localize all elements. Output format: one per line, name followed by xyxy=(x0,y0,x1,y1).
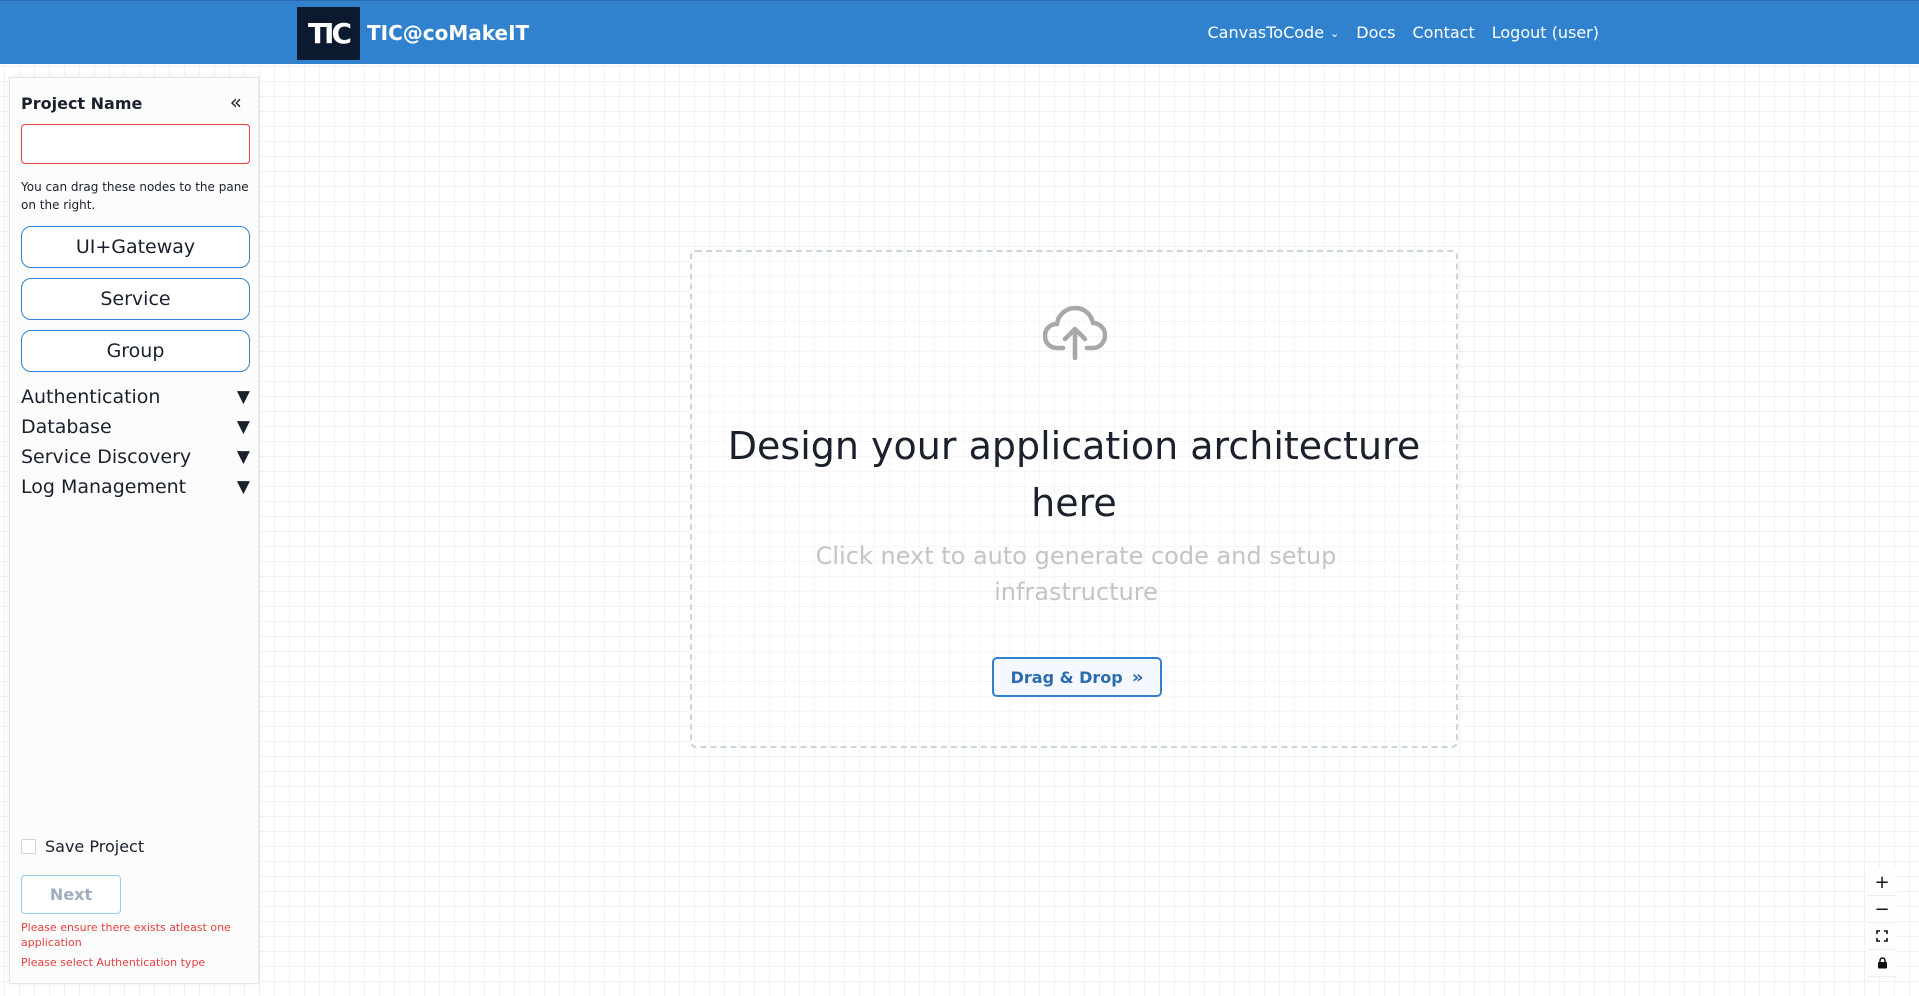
brand-name[interactable]: TIC@coMakeIT xyxy=(367,21,529,45)
nav-canvas-to-code-label: CanvasToCode xyxy=(1207,23,1325,42)
nav-canvas-to-code-dropdown[interactable]: CanvasToCode ⌄ xyxy=(1208,23,1340,42)
double-chevron-right-icon: » xyxy=(1131,666,1144,688)
chevron-down-icon: ⌄ xyxy=(1330,27,1340,40)
triangle-down-icon: ▼ xyxy=(236,417,250,437)
node-service[interactable]: Service xyxy=(21,278,250,320)
top-navbar: TIC TIC@coMakeIT CanvasToCode ⌄ Docs Con… xyxy=(0,0,1919,64)
canvas-controls: + − xyxy=(1867,869,1897,977)
cloud-upload-icon xyxy=(1043,305,1107,360)
node-ui-gateway[interactable]: UI+Gateway xyxy=(21,226,250,268)
section-authentication-label: Authentication xyxy=(21,386,161,408)
node-group[interactable]: Group xyxy=(21,330,250,372)
drag-drop-button[interactable]: Drag & Drop » xyxy=(992,657,1162,697)
nav-logout-link[interactable]: Logout (user) xyxy=(1492,23,1599,42)
error-no-application: Please ensure there exists atleast one a… xyxy=(21,921,231,949)
node-sidebar: Project Name « You can drag these nodes … xyxy=(9,77,259,984)
zoom-out-button[interactable]: − xyxy=(1867,896,1897,923)
triangle-down-icon: ▼ xyxy=(236,447,250,467)
drag-hint-text: You can drag these nodes to the pane on … xyxy=(21,180,249,212)
lock-icon xyxy=(1877,957,1887,969)
error-no-authentication: Please select Authentication type xyxy=(21,956,206,969)
brand-logo[interactable]: TIC xyxy=(297,7,360,60)
save-project-label[interactable]: Save Project xyxy=(45,837,144,856)
section-database[interactable]: Database ▼ xyxy=(21,413,250,441)
save-project-checkbox[interactable] xyxy=(21,839,36,854)
section-database-label: Database xyxy=(21,416,112,438)
zoom-in-button[interactable]: + xyxy=(1867,869,1897,896)
minus-icon: − xyxy=(1874,898,1890,920)
project-name-label: Project Name xyxy=(21,94,143,113)
nav-menu: CanvasToCode ⌄ Docs Contact Logout (user… xyxy=(1191,23,1600,42)
dropzone-title: Design your application architecture her… xyxy=(727,424,1421,525)
dropzone-subtitle: Click next to auto generate code and set… xyxy=(815,542,1337,606)
section-service-discovery-label: Service Discovery xyxy=(21,446,192,468)
save-project-row: Save Project xyxy=(21,837,144,856)
double-chevron-left-icon[interactable]: « xyxy=(230,90,242,114)
section-log-management[interactable]: Log Management ▼ xyxy=(21,473,250,501)
section-authentication[interactable]: Authentication ▼ xyxy=(21,383,250,411)
fit-view-button[interactable] xyxy=(1867,923,1897,950)
triangle-down-icon: ▼ xyxy=(236,477,250,497)
lock-button[interactable] xyxy=(1867,950,1897,977)
nav-contact-link[interactable]: Contact xyxy=(1413,23,1475,42)
section-log-management-label: Log Management xyxy=(21,476,187,498)
project-name-input[interactable] xyxy=(21,124,250,164)
section-service-discovery[interactable]: Service Discovery ▼ xyxy=(21,443,250,471)
fit-view-icon xyxy=(1876,930,1888,942)
drop-zone[interactable]: Design your application architecture her… xyxy=(690,250,1458,748)
drag-drop-label: Drag & Drop xyxy=(1010,667,1123,687)
triangle-down-icon: ▼ xyxy=(236,387,250,407)
plus-icon: + xyxy=(1874,871,1890,893)
next-button[interactable]: Next xyxy=(21,875,121,914)
nav-docs-link[interactable]: Docs xyxy=(1356,23,1395,42)
